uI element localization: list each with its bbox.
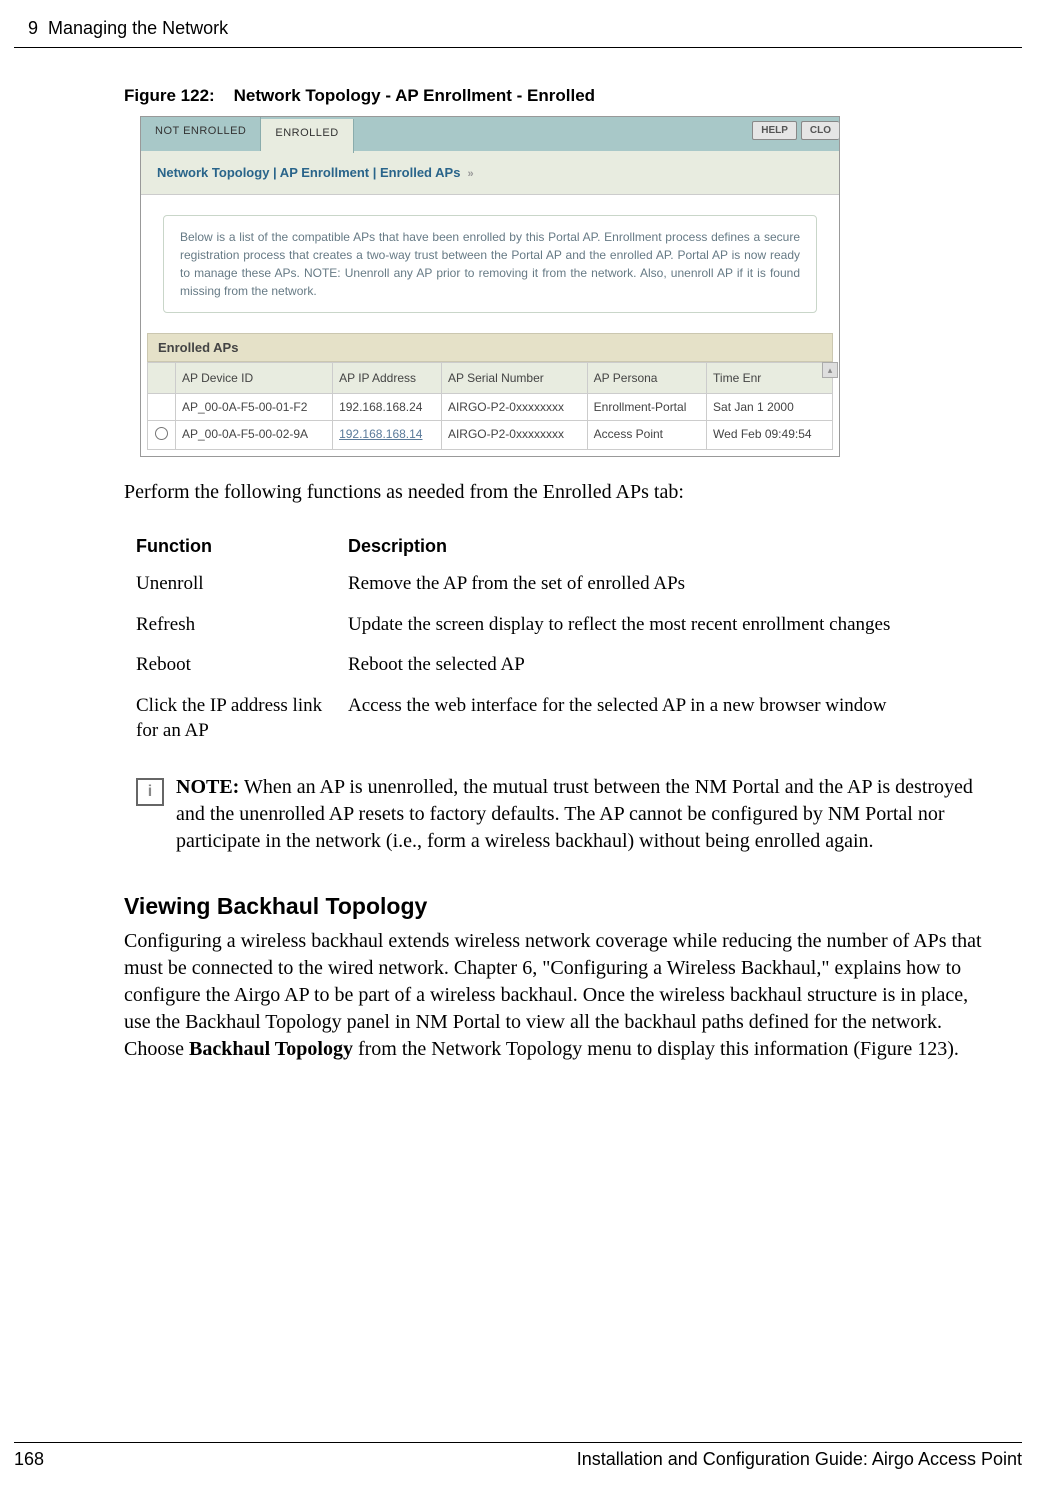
breadcrumb: Network Topology | AP Enrollment | Enrol… — [141, 151, 839, 195]
page-footer: 168 Installation and Configuration Guide… — [14, 1442, 1022, 1470]
func-name: Click the IP address link for an AP — [136, 687, 346, 750]
page-number: 168 — [14, 1449, 44, 1470]
top-buttons: HELP CLO — [752, 121, 839, 140]
func-header-function: Function — [136, 530, 346, 563]
description-box: Below is a list of the compatible APs th… — [163, 215, 817, 313]
cell-ip: 192.168.168.14 — [333, 421, 442, 450]
col-device-id: AP Device ID — [176, 363, 333, 394]
cell-persona: Enrollment-Portal — [587, 394, 706, 421]
col-serial: AP Serial Number — [441, 363, 587, 394]
functions-row: Unenroll Remove the AP from the set of e… — [136, 565, 962, 604]
cell-time: Sat Jan 1 2000 — [707, 394, 833, 421]
page-header: 9 Managing the Network — [14, 0, 1022, 48]
func-desc: Remove the AP from the set of enrolled A… — [348, 565, 962, 604]
col-persona: AP Persona — [587, 363, 706, 394]
enrolled-aps-table: AP Device ID AP IP Address AP Serial Num… — [147, 362, 833, 450]
scroll-up-icon[interactable]: ▴ — [822, 362, 838, 378]
doc-title: Installation and Configuration Guide: Ai… — [577, 1449, 1022, 1470]
ip-link[interactable]: 192.168.168.14 — [339, 427, 422, 441]
func-name: Refresh — [136, 606, 346, 645]
radio-cell — [148, 394, 176, 421]
section-body: Configuring a wireless backhaul extends … — [124, 928, 992, 1063]
cell-device-id: AP_00-0A-F5-00-02-9A — [176, 421, 333, 450]
cell-time: Wed Feb 09:49:54 — [707, 421, 833, 450]
close-button[interactable]: CLO — [801, 121, 839, 140]
table-row: AP_00-0A-F5-00-02-9A 192.168.168.14 AIRG… — [148, 421, 833, 450]
func-desc: Update the screen display to reflect the… — [348, 606, 962, 645]
note-block: i NOTE: When an AP is unenrolled, the mu… — [136, 774, 992, 855]
breadcrumb-arrow-icon: » — [464, 168, 473, 180]
radio-cell[interactable] — [148, 421, 176, 450]
func-desc: Access the web interface for the selecte… — [348, 687, 962, 750]
enrolled-aps-title: Enrolled APs — [147, 333, 833, 362]
info-icon: i — [136, 778, 164, 806]
col-select — [148, 363, 176, 394]
functions-table: Function Description Unenroll Remove the… — [134, 528, 964, 752]
note-text: NOTE: When an AP is unenrolled, the mutu… — [176, 774, 992, 855]
screenshot-panel: NOT ENROLLED ENROLLED HELP CLO Network T… — [140, 116, 840, 457]
figure-caption: Figure 122: Network Topology - AP Enroll… — [124, 86, 1052, 106]
col-ip: AP IP Address — [333, 363, 442, 394]
tab-enrolled[interactable]: ENROLLED — [261, 119, 353, 153]
functions-header-row: Function Description — [136, 530, 962, 563]
cell-persona: Access Point — [587, 421, 706, 450]
func-header-description: Description — [348, 530, 962, 563]
func-desc: Reboot the selected AP — [348, 646, 962, 685]
table-header-row: AP Device ID AP IP Address AP Serial Num… — [148, 363, 833, 394]
cell-device-id: AP_00-0A-F5-00-01-F2 — [176, 394, 333, 421]
chapter-label: 9 Managing the Network — [28, 18, 228, 39]
section-heading: Viewing Backhaul Topology — [124, 893, 1052, 920]
func-name: Reboot — [136, 646, 346, 685]
cell-serial: AIRGO-P2-0xxxxxxxx — [441, 394, 587, 421]
tab-bar: NOT ENROLLED ENROLLED HELP CLO — [141, 117, 839, 151]
functions-row: Reboot Reboot the selected AP — [136, 646, 962, 685]
cell-ip: 192.168.168.24 — [333, 394, 442, 421]
description-area: Below is a list of the compatible APs th… — [141, 195, 839, 321]
help-button[interactable]: HELP — [752, 121, 797, 140]
intro-text: Perform the following functions as neede… — [124, 479, 992, 506]
table-wrap: AP Device ID AP IP Address AP Serial Num… — [141, 362, 839, 456]
cell-serial: AIRGO-P2-0xxxxxxxx — [441, 421, 587, 450]
functions-row: Click the IP address link for an AP Acce… — [136, 687, 962, 750]
tab-not-enrolled[interactable]: NOT ENROLLED — [141, 117, 261, 151]
table-row: AP_00-0A-F5-00-01-F2 192.168.168.24 AIRG… — [148, 394, 833, 421]
col-time: Time Enr — [707, 363, 833, 394]
func-name: Unenroll — [136, 565, 346, 604]
functions-row: Refresh Update the screen display to ref… — [136, 606, 962, 645]
select-radio[interactable] — [155, 427, 168, 440]
